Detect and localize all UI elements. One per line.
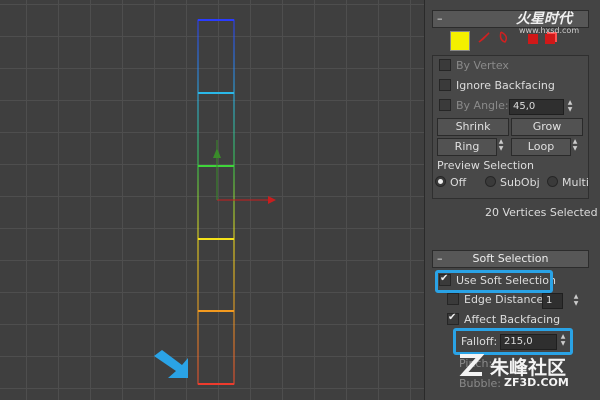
affect-backfacing-row[interactable]: Affect Backfacing — [447, 310, 561, 328]
grow-button[interactable]: Grow — [511, 118, 583, 136]
edge-distance-row[interactable]: Edge Distance: — [447, 292, 547, 308]
by-vertex-row[interactable]: By Vertex — [439, 58, 509, 74]
mesh-view — [154, 19, 276, 385]
use-soft-selection-highlight — [435, 270, 553, 293]
soft-selection-rollout-header[interactable]: – Soft Selection — [432, 250, 589, 268]
by-angle-label: By Angle: — [456, 99, 509, 112]
preview-subobj-option[interactable]: SubObj — [485, 175, 540, 191]
preview-off-option[interactable]: Off — [435, 175, 466, 191]
edge-distance-spinner-arrows[interactable]: ▲ ▼ — [571, 293, 581, 309]
watermark-logo-icon — [456, 352, 485, 378]
affect-backfacing-checkbox[interactable] — [447, 310, 459, 326]
preview-multi-radio[interactable] — [547, 176, 558, 187]
soft-selection-title: Soft Selection — [472, 252, 549, 265]
border-mode-icon[interactable] — [497, 30, 511, 44]
selection-options-group: By Vertex Ignore Backfacing By Angle: 45… — [432, 55, 589, 199]
affect-backfacing-label: Affect Backfacing — [464, 313, 561, 326]
ignore-backfacing-label: Ignore Backfacing — [456, 79, 555, 92]
shrink-button[interactable]: Shrink — [437, 118, 509, 136]
watermark-url-bottom: ZF3D.COM — [504, 376, 569, 389]
preview-off-label: Off — [450, 176, 467, 189]
viewport[interactable] — [0, 0, 428, 400]
preview-off-radio[interactable] — [435, 176, 446, 187]
element-mode-icon[interactable] — [545, 34, 555, 44]
preview-selection-title: Preview Selection — [437, 159, 535, 172]
cylinder-mesh — [197, 19, 235, 385]
by-angle-checkbox[interactable] — [439, 99, 451, 111]
edge-distance-label: Edge Distance: — [464, 293, 547, 306]
edge-distance-checkbox[interactable] — [447, 293, 459, 305]
by-angle-spinner[interactable]: 45,0 — [509, 99, 564, 115]
ignore-backfacing-row[interactable]: Ignore Backfacing — [439, 78, 555, 94]
preview-multi-option[interactable]: Multi — [547, 175, 589, 191]
watermark-url-top: www.hxsd.com — [519, 26, 580, 35]
edge-rings — [198, 19, 234, 385]
by-angle-spinner-arrows[interactable]: ▲ ▼ — [565, 99, 575, 115]
edge-distance-spinner[interactable]: 1 — [542, 293, 563, 309]
arrow-annotation-icon — [154, 350, 188, 378]
ring-spinner-arrows[interactable]: ▲ ▼ — [496, 138, 506, 154]
loop-spinner-arrows[interactable]: ▲ ▼ — [570, 138, 580, 154]
polygon-mode-icon[interactable] — [528, 34, 538, 44]
by-vertex-label: By Vertex — [456, 59, 509, 72]
ring-button[interactable]: Ring — [437, 138, 497, 156]
selection-status-text: 20 Vertices Selected — [485, 206, 598, 219]
preview-multi-label: Multi — [562, 176, 589, 189]
command-panel: – By Vertex Ignore Backfacing By Angle: … — [424, 0, 600, 400]
preview-subobj-radio[interactable] — [485, 176, 496, 187]
loop-button[interactable]: Loop — [511, 138, 571, 156]
ignore-backfacing-checkbox[interactable] — [439, 79, 451, 91]
vertex-mode-icon[interactable] — [450, 31, 470, 51]
watermark-brand-top: 火星时代 — [516, 11, 572, 27]
by-angle-row[interactable]: By Angle: — [439, 98, 509, 114]
by-vertex-checkbox[interactable] — [439, 59, 451, 71]
falloff-highlight — [453, 328, 573, 355]
preview-subobj-label: SubObj — [500, 176, 540, 189]
edge-mode-icon[interactable] — [477, 30, 491, 44]
